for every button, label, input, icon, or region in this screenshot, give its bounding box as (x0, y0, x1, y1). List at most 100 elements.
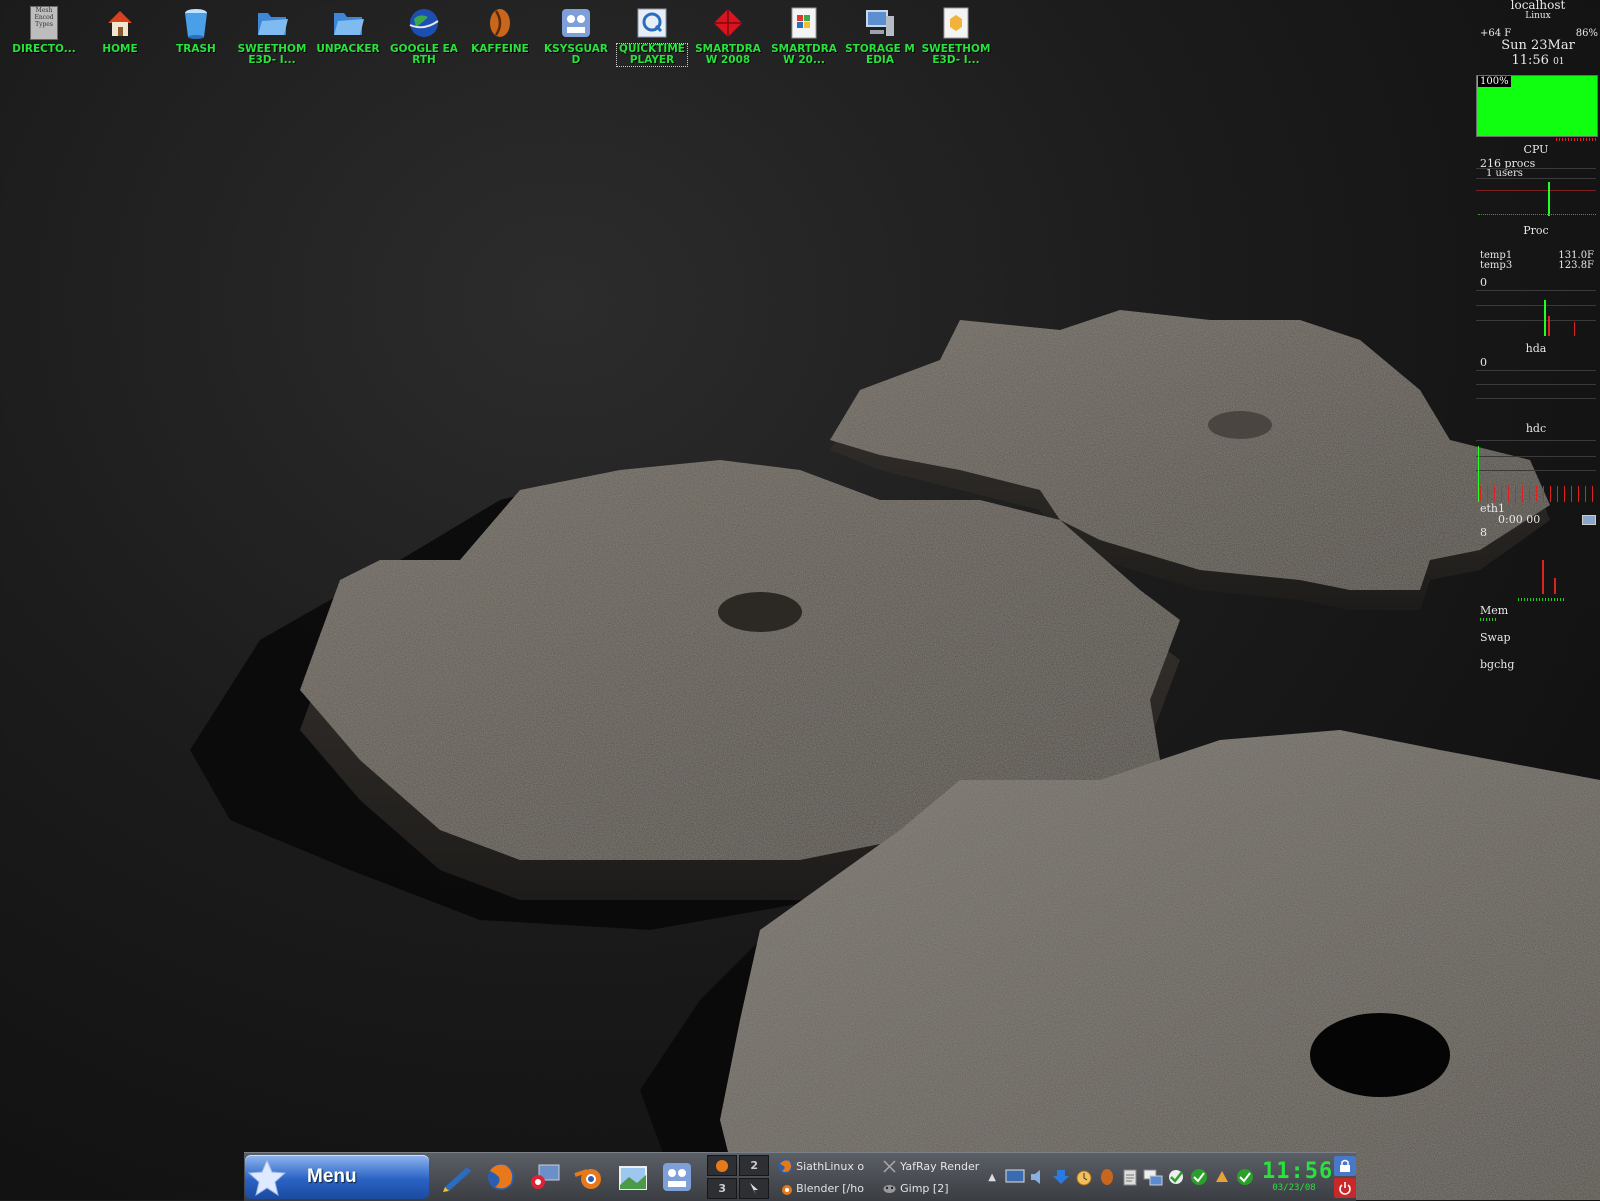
pager-desktop-1[interactable] (707, 1155, 738, 1176)
cpu-bar (1556, 138, 1596, 141)
globe-icon (407, 6, 441, 40)
desktop-icon-label: HOME (102, 43, 138, 55)
pager-desktop-2[interactable]: 2 (739, 1155, 770, 1176)
desktop-icon-grid: Mesh Encod Types DIRECTO... HOME TRASH S… (6, 6, 994, 67)
desktop-pager: 2 3 (707, 1155, 770, 1199)
hda-label: hda (1525, 342, 1547, 355)
monitor-date: Sun 23Mar (1501, 38, 1575, 53)
cpu-percent: 100% (1478, 76, 1511, 87)
desktop-icon-directory[interactable]: Mesh Encod Types DIRECTO... (6, 6, 82, 66)
download-icon[interactable] (1049, 1162, 1072, 1192)
clock-time: 11:56 (1262, 1159, 1334, 1184)
desktop-icon-label: GOOGLE EARTH (390, 43, 458, 66)
desktop-icon-label: UNPACKER (316, 43, 380, 55)
desktop-icon-label: KSYSGUARD (544, 43, 608, 66)
star-icon (245, 1155, 289, 1199)
gimp-icon (881, 1180, 897, 1196)
bgchg-label: bgchg (1480, 658, 1515, 671)
desktop-icon-google-earth[interactable]: GOOGLE EARTH (386, 6, 462, 66)
home-icon (103, 6, 137, 40)
remote-desktop-icon[interactable] (523, 1155, 567, 1199)
kaffeine-icon[interactable] (1095, 1162, 1118, 1192)
task-label: Gimp [2] (900, 1181, 949, 1195)
system-monitor: localhost Linux +64 F 86% Sun 23Mar 11:5… (1476, 0, 1600, 680)
task-firefox[interactable]: SiathLinux o (777, 1155, 881, 1177)
folder-icon (255, 6, 289, 40)
desktop-icon-smartdraw-2008[interactable]: SMARTDRAW 2008 (690, 6, 766, 66)
check-icon[interactable] (1233, 1162, 1256, 1192)
monitor-host: localhost (1510, 0, 1566, 12)
disk-zero-2: 0 (1480, 356, 1487, 369)
desktop-icon-sweethome3d[interactable]: SWEETHOME3D- I... (234, 6, 310, 66)
desktop-icon-label: SMARTDRAW 20... (771, 43, 837, 66)
swap-label: Swap (1480, 631, 1511, 644)
desktop-icon-kaffeine[interactable]: KAFFEINE (462, 6, 538, 66)
desktop-icon-label: SWEETHOME3D- I... (921, 43, 991, 66)
blender-icon[interactable] (567, 1155, 611, 1199)
proc-spike (1548, 182, 1550, 216)
proc-label: Proc (1523, 224, 1549, 237)
directory-icon-text: Mesh Encod Types (30, 6, 58, 40)
task-yafray[interactable]: YafRay Render (881, 1155, 985, 1177)
folder-icon (331, 6, 365, 40)
speaker-icon[interactable] (1026, 1162, 1049, 1192)
storage-icon (863, 6, 897, 40)
clock-date: 03/23/08 (1272, 1183, 1316, 1193)
system-tray (1003, 1162, 1256, 1192)
network-icon (1582, 515, 1596, 525)
desktop-icon-storage-media[interactable]: STORAGE MEDIA (842, 6, 918, 66)
firefox-icon (716, 1159, 729, 1172)
desktop-icon-label: SWEETHOME3D- I... (237, 43, 307, 66)
blender-icon (777, 1180, 793, 1196)
menu-button[interactable]: Menu (245, 1155, 430, 1199)
quicktime-icon (635, 6, 669, 40)
monitor-seconds: 01 (1553, 57, 1565, 67)
desktop-icon-label: SMARTDRAW 2008 (695, 43, 761, 66)
wallpaper-gears (190, 310, 1600, 1200)
desktop-icon-sweethome3d-package[interactable]: SWEETHOME3D- I... (918, 6, 994, 66)
task-gimp[interactable]: Gimp [2] (881, 1177, 985, 1199)
task-label: Blender [/ho (796, 1181, 864, 1195)
pager-desktop-4[interactable] (739, 1178, 770, 1199)
desktop-icon-smartdraw-document[interactable]: SMARTDRAW 20... (766, 6, 842, 66)
alarm-clock-icon[interactable] (1072, 1162, 1095, 1192)
cpu-label: CPU (1523, 143, 1549, 156)
desktop-icon-trash[interactable]: TRASH (158, 6, 234, 66)
smartdraw-icon (711, 6, 745, 40)
messenger-icon[interactable] (1210, 1162, 1233, 1192)
firefox-icon[interactable] (479, 1155, 523, 1199)
check-icon[interactable] (1187, 1162, 1210, 1192)
temp3-value: 123.8F (1558, 260, 1594, 271)
desktop-icon-label: TRASH (176, 43, 216, 55)
desktop-icon-ksysguard[interactable]: KSYSGUARD (538, 6, 614, 66)
pager-desktop-3[interactable]: 3 (707, 1178, 738, 1199)
taskbar-clock[interactable]: 11:56 03/23/08 (1262, 1159, 1334, 1194)
edit-icon[interactable] (435, 1155, 479, 1199)
image-viewer-icon[interactable] (611, 1155, 655, 1199)
desktop-icon-unpacker[interactable]: UNPACKER (310, 6, 386, 66)
desktop-icon-label: QUICKTIME PLAYER (616, 43, 688, 67)
eth-time: 0:00 (1498, 513, 1523, 526)
mem-label: Mem (1480, 604, 1509, 617)
task-list: SiathLinux o YafRay Render Blender [/ho … (777, 1155, 985, 1199)
update-check-icon[interactable] (1164, 1162, 1187, 1192)
task-blender[interactable]: Blender [/ho (777, 1177, 881, 1199)
monitor-os: Linux (1525, 11, 1551, 21)
network-icon[interactable] (1141, 1162, 1164, 1192)
power-icon[interactable] (1334, 1178, 1356, 1198)
package-icon (939, 6, 973, 40)
eth-time-2: 00 (1526, 513, 1541, 526)
kaffeine-icon (483, 6, 517, 40)
tray-expand-arrow-icon[interactable]: ▲ (985, 1172, 999, 1183)
desktop-icon-quicktime[interactable]: QUICKTIME PLAYER (614, 6, 690, 67)
task-label: SiathLinux o (796, 1159, 865, 1173)
taskbar: Menu 2 3 SiathLinux o YafRay Render Blen… (244, 1152, 1356, 1201)
desktop-icon-home[interactable]: HOME (82, 6, 158, 66)
display-icon[interactable] (1003, 1162, 1026, 1192)
ksysguard-icon[interactable] (655, 1155, 699, 1199)
quick-launch (435, 1155, 699, 1199)
lock-screen-icon[interactable] (1334, 1156, 1356, 1176)
cpu-graph: 100% (1476, 75, 1598, 137)
clipboard-icon[interactable] (1118, 1162, 1141, 1192)
document-icon (787, 6, 821, 40)
